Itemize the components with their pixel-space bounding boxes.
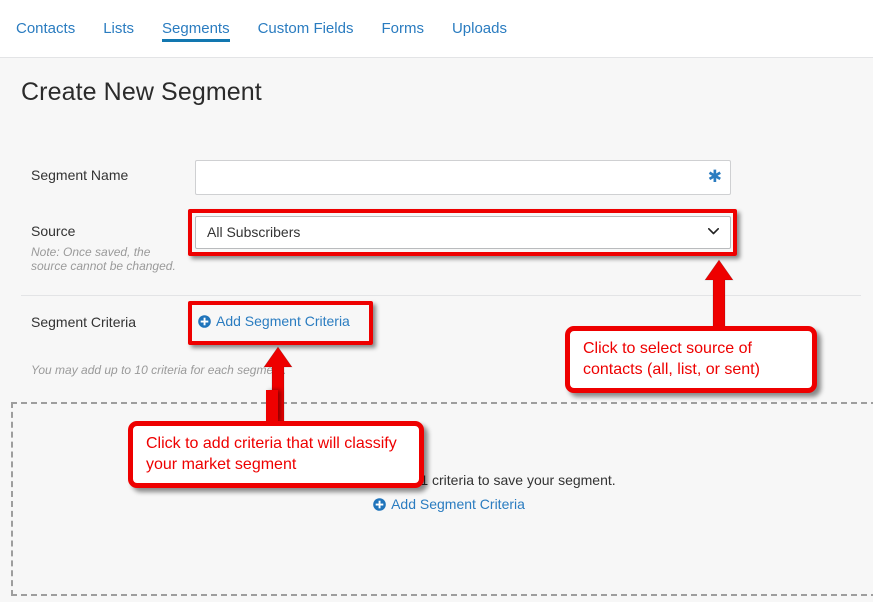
tab-uploads[interactable]: Uploads — [452, 0, 507, 38]
segment-name-label: Segment Name — [31, 167, 129, 183]
top-tab-bar: Contacts Lists Segments Custom Fields Fo… — [0, 0, 873, 58]
tab-forms-label: Forms — [381, 20, 424, 37]
tab-list: Contacts Lists Segments Custom Fields Fo… — [16, 0, 535, 58]
tab-lists[interactable]: Lists — [103, 0, 134, 38]
segment-name-input[interactable]: ✱ — [195, 160, 731, 195]
tab-contacts[interactable]: Contacts — [16, 0, 75, 38]
app-page: Contacts Lists Segments Custom Fields Fo… — [0, 0, 873, 602]
tab-forms[interactable]: Forms — [381, 0, 424, 38]
empty-state-add-wrapper: Add Segment Criteria — [13, 496, 873, 516]
tab-uploads-label: Uploads — [451, 20, 507, 37]
annotation-callout-source: Click to select source of contacts (all,… — [565, 326, 817, 393]
criteria-hint: You may add up to 10 criteria for each s… — [31, 363, 287, 377]
tab-custom-fields[interactable]: Custom Fields — [258, 0, 354, 38]
tab-contacts-label: Contacts — [16, 20, 76, 37]
annotation-arrow-source — [700, 258, 736, 332]
plus-circle-icon — [373, 497, 386, 511]
tab-segments-label: Segments — [162, 20, 230, 37]
annotation-highlight-add-criteria — [188, 301, 373, 345]
source-label: Source — [31, 223, 76, 239]
annotation-connector-criteria — [266, 390, 278, 422]
page-title: Create New Segment — [21, 78, 262, 106]
annotation-highlight-source — [188, 209, 737, 256]
empty-add-segment-criteria-button[interactable]: Add Segment Criteria — [373, 496, 525, 512]
tab-segments[interactable]: Segments — [162, 0, 230, 42]
empty-add-segment-criteria-label: Add Segment Criteria — [391, 496, 525, 512]
tab-custom-fields-label: Custom Fields — [257, 20, 354, 37]
required-asterisk-icon: ✱ — [707, 167, 722, 186]
tab-lists-label: Lists — [103, 20, 135, 37]
segment-criteria-label: Segment Criteria — [31, 314, 137, 330]
annotation-callout-criteria: Click to add criteria that will classify… — [128, 421, 424, 488]
source-note: Note: Once saved, the source cannot be c… — [31, 245, 176, 273]
